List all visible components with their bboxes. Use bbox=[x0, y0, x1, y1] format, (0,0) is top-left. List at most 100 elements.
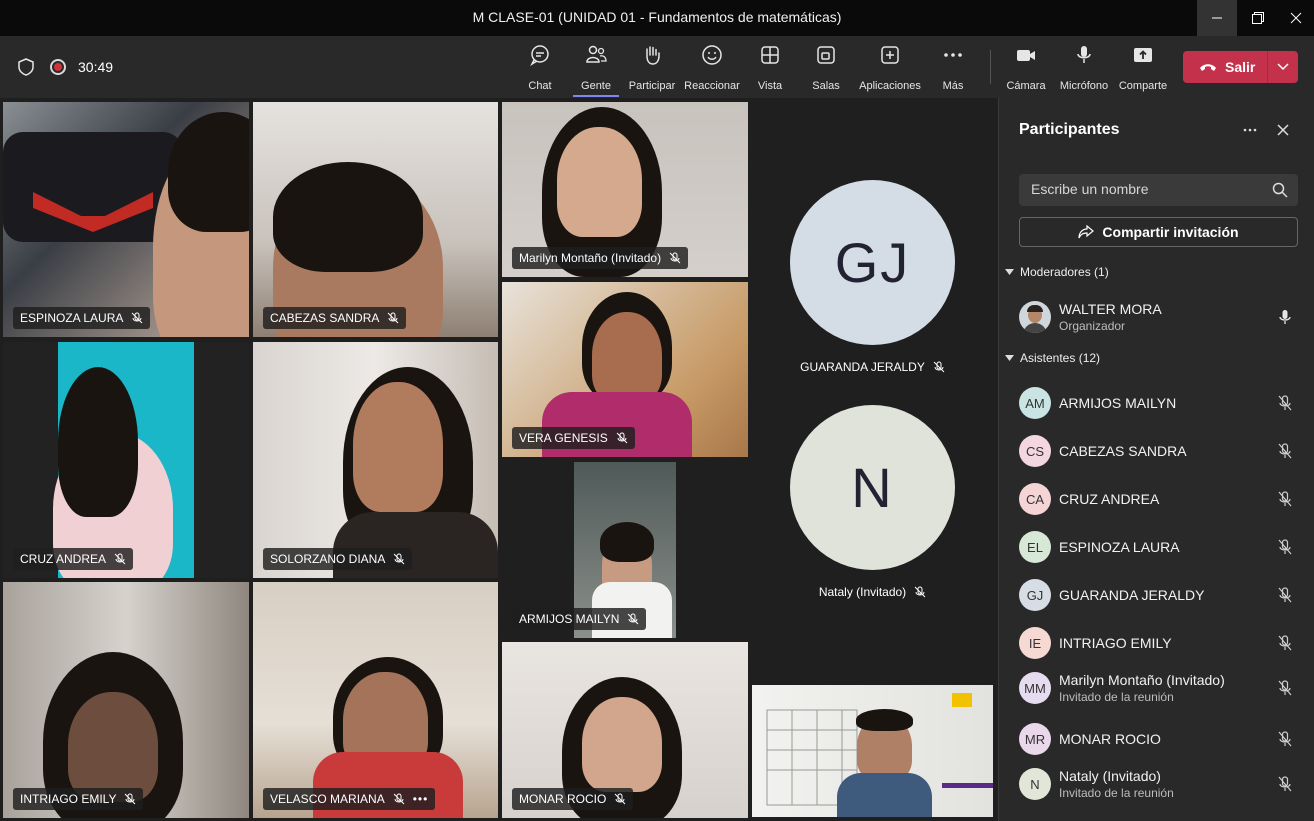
participant-name-label: MONAR ROCIO bbox=[512, 788, 634, 810]
avatar: CA bbox=[1019, 483, 1051, 515]
leave-button[interactable]: Salir bbox=[1183, 51, 1298, 83]
avatar-initials: CA bbox=[1025, 491, 1045, 507]
video-tile[interactable]: SOLORZANO DIANA bbox=[253, 342, 498, 578]
avatar-initials: GJ bbox=[834, 231, 911, 294]
avatar-initials: EL bbox=[1027, 539, 1043, 555]
attendees-section-toggle[interactable]: Asistentes (12) bbox=[1005, 351, 1100, 365]
close-icon[interactable] bbox=[1275, 122, 1291, 138]
camera-button[interactable]: Cámara bbox=[1006, 44, 1046, 92]
video-tile[interactable]: VELASCO MARIANA ••• bbox=[253, 582, 498, 818]
mic-off-icon bbox=[1278, 635, 1292, 651]
avatar-initials: MM bbox=[1024, 680, 1046, 696]
react-button[interactable]: Reaccionar bbox=[684, 44, 740, 92]
participant-name-label: Nataly (Invitado) bbox=[749, 585, 996, 599]
avatar: AM bbox=[1019, 387, 1051, 419]
self-view-tile[interactable] bbox=[752, 685, 993, 817]
more-icon[interactable] bbox=[1242, 122, 1258, 138]
video-tile[interactable]: INTRIAGO EMILY bbox=[3, 582, 249, 818]
search-input[interactable]: Escribe un nombre bbox=[1019, 174, 1298, 206]
participant-row[interactable]: MM Marilyn Montaño (Invitado) Invitado de … bbox=[1019, 668, 1299, 708]
participant-name: Marilyn Montaño (Invitado) bbox=[1059, 672, 1225, 688]
participant-name-label: CRUZ ANDREA bbox=[13, 548, 134, 570]
mic-off-icon bbox=[125, 793, 136, 805]
mic-off-icon bbox=[614, 793, 626, 805]
chevron-down-icon bbox=[1005, 269, 1014, 275]
video-tile[interactable]: ARMIJOS MAILYN bbox=[502, 462, 748, 638]
view-label: Vista bbox=[757, 80, 783, 92]
avatar: CS bbox=[1019, 435, 1051, 467]
video-tile[interactable]: VERA GENESIS bbox=[502, 282, 748, 457]
mic-off-icon bbox=[1278, 395, 1292, 411]
search-icon bbox=[1272, 182, 1288, 198]
participant-name: Nataly (Invitado) bbox=[818, 585, 907, 599]
people-button[interactable]: Gente bbox=[573, 44, 619, 97]
participant-row[interactable]: EL ESPINOZA LAURA bbox=[1019, 527, 1299, 567]
mic-off-icon bbox=[1278, 680, 1292, 696]
participants-panel: Participantes Escribe un nombre Comparti… bbox=[998, 98, 1314, 821]
participant-row[interactable]: AM ARMIJOS MAILYN bbox=[1019, 383, 1299, 423]
mic-off-icon bbox=[1278, 443, 1292, 459]
mic-off-icon bbox=[1278, 587, 1292, 603]
meeting-timer: 30:49 bbox=[78, 59, 114, 75]
participant-name-label: GUARANDA JERALDY bbox=[749, 360, 996, 374]
attendees-header: Asistentes (12) bbox=[1020, 351, 1101, 365]
close-window-button[interactable] bbox=[1276, 0, 1314, 36]
tile-more-icon[interactable]: ••• bbox=[413, 792, 429, 806]
share-button[interactable]: Comparte bbox=[1118, 44, 1168, 92]
participant-row[interactable]: N Nataly (Invitado) Invitado de la reunión bbox=[1019, 764, 1299, 804]
participant-name: Nataly (Invitado) bbox=[1059, 768, 1161, 784]
raise-hand-button[interactable]: Participar bbox=[628, 44, 676, 92]
avatar-initials: IE bbox=[1028, 635, 1042, 651]
microphone-button[interactable]: Micrófono bbox=[1058, 44, 1110, 92]
participant-row[interactable]: WALTER MORA Organizador bbox=[1019, 297, 1299, 337]
view-button[interactable]: Vista bbox=[756, 44, 784, 92]
leave-options-button[interactable] bbox=[1268, 63, 1298, 71]
participant-row[interactable]: MR MONAR ROCIO bbox=[1019, 719, 1299, 759]
rooms-button[interactable]: Salas bbox=[812, 44, 840, 92]
chevron-down-icon bbox=[1005, 355, 1014, 361]
camera-icon bbox=[1017, 50, 1035, 61]
participant-name: ARMIJOS MAILYN bbox=[519, 612, 620, 626]
more-button[interactable]: Más bbox=[940, 44, 966, 92]
mic-off-icon bbox=[1278, 776, 1292, 792]
participant-name: VELASCO MARIANA bbox=[270, 792, 385, 806]
participant-name-label: ESPINOZA LAURA bbox=[13, 307, 151, 329]
video-tile[interactable]: ESPINOZA LAURA bbox=[3, 102, 249, 337]
meeting-toolbar: 30:49 Chat Gente Participar Reaccionar V… bbox=[0, 36, 1314, 98]
leave-main[interactable]: Salir bbox=[1183, 59, 1267, 75]
avatar: MM bbox=[1019, 672, 1051, 704]
moderators-section-toggle[interactable]: Moderadores (1) bbox=[1005, 265, 1109, 279]
apps-button[interactable]: Aplicaciones bbox=[858, 44, 922, 92]
chat-icon bbox=[530, 45, 549, 66]
participant-row[interactable]: IE INTRIAGO EMILY bbox=[1019, 623, 1299, 663]
more-icon bbox=[944, 53, 962, 57]
participant-name-label: VELASCO MARIANA ••• bbox=[263, 788, 436, 810]
video-tile[interactable]: Marilyn Montaño (Invitado) bbox=[502, 102, 748, 277]
chat-label: Chat bbox=[528, 80, 552, 92]
participant-name: MONAR ROCIO bbox=[1059, 731, 1161, 747]
microphone-label: Micrófono bbox=[1059, 80, 1109, 92]
close-icon bbox=[1290, 12, 1302, 24]
participant-name: CRUZ ANDREA bbox=[20, 552, 107, 566]
participant-name-label: VERA GENESIS bbox=[512, 427, 635, 449]
participant-name: INTRIAGO EMILY bbox=[1059, 635, 1172, 651]
share-icon bbox=[1078, 225, 1095, 239]
participant-row[interactable]: CS CABEZAS SANDRA bbox=[1019, 431, 1299, 471]
avatar[interactable]: GJ bbox=[790, 180, 955, 345]
mic-off-icon bbox=[1278, 731, 1292, 747]
participant-name: SOLORZANO DIANA bbox=[270, 552, 386, 566]
video-tile[interactable]: MONAR ROCIO bbox=[502, 642, 748, 818]
participant-row[interactable]: GJ GUARANDA JERALDY bbox=[1019, 575, 1299, 615]
chat-button[interactable]: Chat bbox=[526, 44, 554, 92]
video-tile[interactable]: CABEZAS SANDRA bbox=[253, 102, 498, 337]
search-placeholder: Escribe un nombre bbox=[1031, 181, 1149, 197]
minimize-button[interactable] bbox=[1197, 0, 1237, 36]
avatar: MR bbox=[1019, 723, 1051, 755]
video-tile[interactable]: CRUZ ANDREA bbox=[3, 342, 249, 578]
avatar[interactable]: N bbox=[790, 405, 955, 570]
participant-name: Marilyn Montaño (Invitado) bbox=[519, 251, 662, 265]
participant-row[interactable]: CA CRUZ ANDREA bbox=[1019, 479, 1299, 519]
share-invite-button[interactable]: Compartir invitación bbox=[1019, 217, 1298, 247]
participant-name-label: SOLORZANO DIANA bbox=[263, 548, 413, 570]
restore-button[interactable] bbox=[1238, 0, 1278, 36]
